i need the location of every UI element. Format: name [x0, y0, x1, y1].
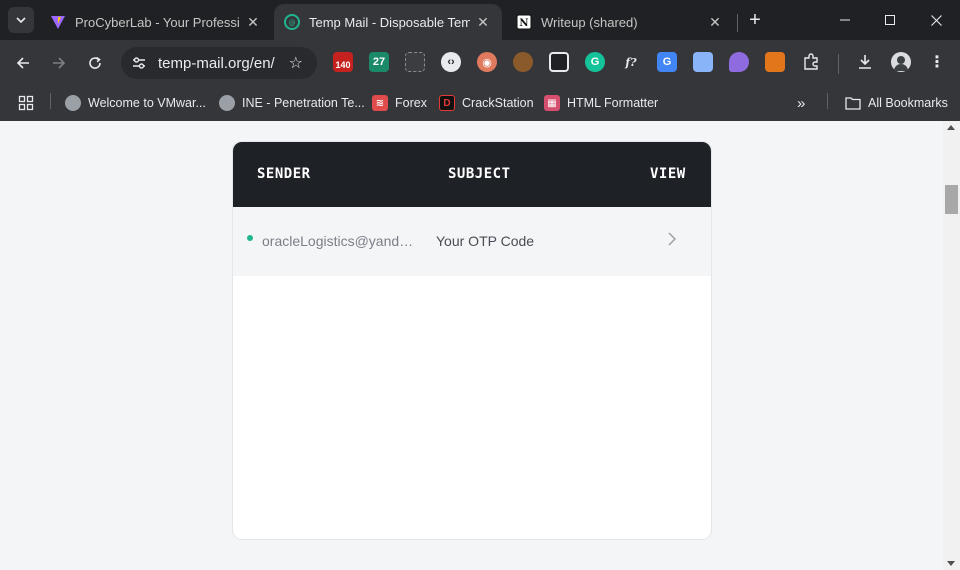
apps-grid-icon[interactable]	[18, 92, 34, 114]
site-settings-icon[interactable]	[131, 55, 147, 71]
column-header-subject: SUBJECT	[448, 166, 511, 182]
new-tab-button[interactable]: +	[743, 8, 767, 32]
extension-27-icon[interactable]: 27	[369, 52, 389, 72]
tab-strip: ProCyberLab - Your Professional ✕ @ Temp…	[0, 0, 960, 40]
html-formatter-logo-icon: ▦	[544, 95, 560, 111]
tab-separator	[737, 14, 738, 32]
close-tab-icon[interactable]: ✕	[474, 13, 492, 31]
bookmark-separator	[50, 93, 51, 109]
tab-writeup[interactable]: N Writeup (shared) ✕	[506, 4, 734, 40]
bookmark-vmware[interactable]: Welcome to VMwar...	[65, 92, 206, 114]
all-bookmarks-button[interactable]: All Bookmarks	[845, 92, 948, 114]
bookmark-forex[interactable]: ≋ Forex	[372, 92, 427, 114]
bookmark-label: Forex	[395, 96, 427, 110]
unread-dot-icon	[247, 235, 253, 241]
crackstation-logo-icon: D	[439, 95, 455, 111]
folder-icon	[845, 95, 861, 111]
maximize-icon	[885, 15, 895, 25]
tab-title: Temp Mail - Disposable Temporary	[309, 14, 470, 30]
scroll-up-arrow-icon[interactable]	[947, 125, 955, 130]
bookmark-star-icon[interactable]: ☆	[289, 53, 303, 73]
temp-mail-logo-icon: @	[284, 14, 300, 30]
ghost-extension-icon[interactable]	[729, 52, 749, 72]
column-header-sender: SENDER	[257, 166, 311, 182]
browser-chrome: ProCyberLab - Your Professional ✕ @ Temp…	[0, 0, 960, 121]
vite-logo-icon	[51, 16, 65, 29]
tab-temp-mail[interactable]: @ Temp Mail - Disposable Temporary ✕	[274, 4, 502, 40]
owl-extension-icon[interactable]: ◉	[477, 52, 497, 72]
forward-button[interactable]	[44, 48, 74, 78]
cookie-icon[interactable]	[513, 52, 533, 72]
metamask-icon[interactable]	[765, 52, 785, 72]
bookmark-html-formatter[interactable]: ▦ HTML Formatter	[544, 92, 658, 114]
extensions-puzzle-icon[interactable]	[801, 52, 821, 72]
extension-badge-label: f?	[625, 55, 637, 69]
minimize-button[interactable]	[822, 6, 868, 34]
screenshot-extension-icon[interactable]	[405, 52, 425, 72]
extension-badge-label: 140	[335, 60, 351, 70]
close-tab-icon[interactable]: ✕	[244, 13, 262, 31]
bookmarks-bar: Welcome to VMwar... INE - Penetration Te…	[0, 86, 960, 121]
mail-row[interactable]: oracleLogistics@yandex.com Your OTP Code	[233, 207, 711, 276]
tab-title: ProCyberLab - Your Professional	[75, 14, 240, 30]
profile-avatar[interactable]	[891, 52, 911, 72]
scroll-thumb[interactable]	[945, 185, 958, 214]
translate-extension-icon[interactable]: G	[657, 52, 677, 72]
bookmark-label: Welcome to VMwar...	[88, 96, 206, 110]
tab-title: Writeup (shared)	[541, 14, 638, 30]
download-icon[interactable]	[855, 52, 875, 72]
svg-text:N: N	[519, 18, 528, 29]
bookmark-separator	[827, 93, 828, 109]
reload-icon	[89, 56, 101, 69]
calendar-badge-icon[interactable]: 140	[333, 52, 353, 72]
bookmark-label: HTML Formatter	[567, 96, 659, 110]
toolbar: temp-mail.org/en/ ☆ 140 27 ‹› ◉ G f? G ⋮	[0, 40, 960, 86]
scroll-down-arrow-icon[interactable]	[947, 561, 955, 566]
notion-logo-icon: N	[516, 14, 532, 30]
column-header-view: VIEW	[650, 166, 686, 182]
back-button[interactable]	[8, 48, 38, 78]
extension-badge-label: 27	[372, 56, 386, 68]
tab-search-button[interactable]	[8, 7, 34, 33]
formula-icon[interactable]: f?	[621, 52, 641, 72]
camera-extension-icon[interactable]	[549, 52, 569, 72]
forex-logo-icon: ≋	[372, 95, 388, 111]
bookmarks-overflow-icon[interactable]: »	[797, 92, 805, 114]
address-bar[interactable]: temp-mail.org/en/ ☆	[121, 47, 317, 79]
bookmark-label: CrackStation	[462, 96, 534, 110]
url-text: temp-mail.org/en/	[158, 54, 275, 72]
menu-kebab-icon[interactable]: ⋮	[927, 52, 947, 72]
bookmark-label: INE - Penetration Te...	[242, 96, 365, 110]
chevron-down-icon	[16, 17, 26, 23]
reload-button[interactable]	[80, 48, 110, 78]
all-bookmarks-label: All Bookmarks	[868, 96, 948, 110]
bookmark-crackstation[interactable]: D CrackStation	[439, 92, 534, 114]
close-window-button[interactable]	[913, 6, 959, 34]
globe-icon	[65, 95, 81, 111]
bookmark-ine[interactable]: INE - Penetration Te...	[219, 92, 365, 114]
arrow-right-icon	[53, 57, 66, 69]
inbox-table: SENDER SUBJECT VIEW oracleLogistics@yand…	[232, 141, 712, 540]
minimize-icon	[840, 19, 850, 21]
vertical-scrollbar[interactable]	[943, 121, 960, 570]
chevron-right-icon[interactable]	[668, 230, 677, 251]
arrow-left-icon	[16, 57, 29, 69]
mail-subject[interactable]: Your OTP Code	[436, 233, 534, 249]
svg-text:@: @	[289, 19, 296, 27]
puzzle-badge-extension-icon[interactable]	[693, 52, 713, 72]
close-tab-icon[interactable]: ✕	[706, 13, 724, 31]
avatar-icon	[894, 56, 908, 71]
maximize-button[interactable]	[867, 6, 913, 34]
extension-badge-label: G	[590, 56, 600, 68]
mail-sender[interactable]: oracleLogistics@yandex.com	[262, 233, 420, 249]
code-extension-icon[interactable]: ‹›	[441, 52, 461, 72]
globe-icon	[219, 95, 235, 111]
grammarly-icon[interactable]: G	[585, 52, 605, 72]
close-icon	[930, 14, 942, 26]
tab-procyberlab[interactable]: ProCyberLab - Your Professional ✕	[40, 4, 272, 40]
inbox-header: SENDER SUBJECT VIEW	[233, 142, 711, 207]
page-content: SENDER SUBJECT VIEW oracleLogistics@yand…	[0, 121, 943, 570]
toolbar-separator	[838, 54, 839, 74]
